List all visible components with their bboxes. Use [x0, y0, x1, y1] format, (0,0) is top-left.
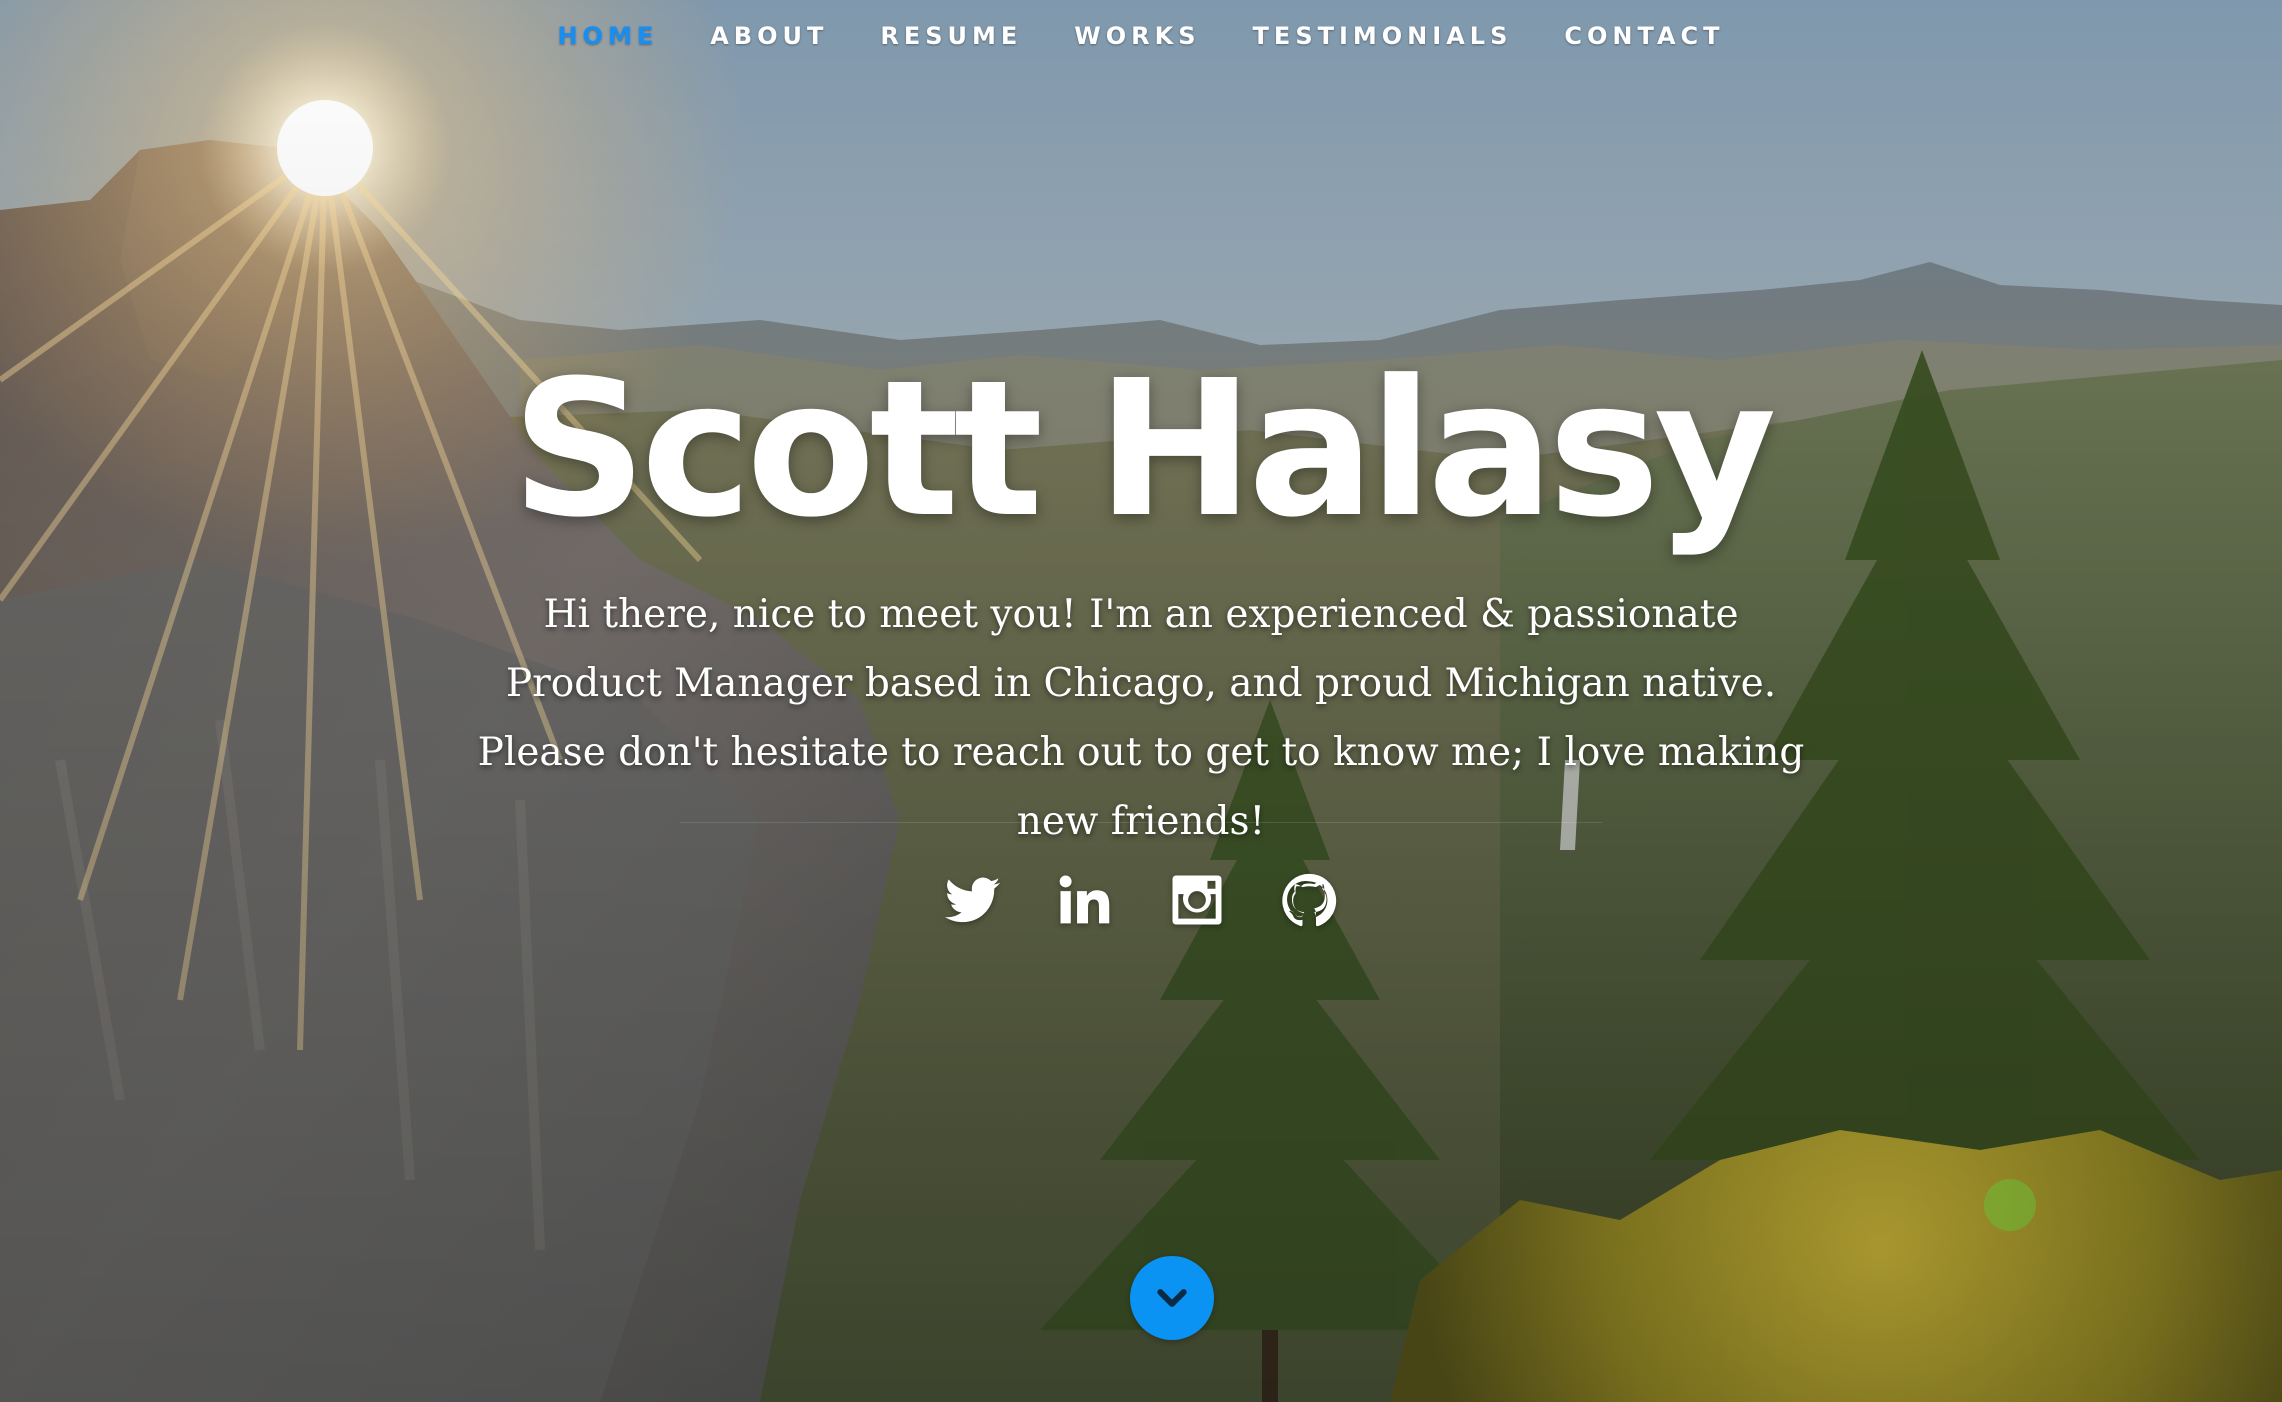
- nav-item-contact[interactable]: CONTACT: [1564, 22, 1724, 50]
- main-nav: HOME ABOUT RESUME WORKS TESTIMONIALS CON…: [0, 0, 2282, 72]
- nav-item-resume[interactable]: RESUME: [880, 22, 1022, 50]
- nav-item-works[interactable]: WORKS: [1074, 22, 1200, 50]
- hero-divider: [680, 822, 1602, 823]
- hero-section: HOME ABOUT RESUME WORKS TESTIMONIALS CON…: [0, 0, 2282, 1402]
- instagram-icon[interactable]: [1169, 872, 1225, 928]
- chevron-down-icon: [1157, 1289, 1187, 1307]
- hero-intro-text: Hi there, nice to meet you! I'm an exper…: [477, 592, 1805, 844]
- hero-name-heading: Scott Halasy: [511, 340, 1776, 559]
- nav-item-about[interactable]: ABOUT: [710, 22, 828, 50]
- social-links: [0, 872, 2282, 928]
- github-icon[interactable]: [1281, 872, 1337, 928]
- linkedin-icon[interactable]: [1057, 872, 1113, 928]
- scroll-down-button[interactable]: [1130, 1256, 1214, 1340]
- nav-item-testimonials[interactable]: TESTIMONIALS: [1253, 22, 1513, 50]
- twitter-icon[interactable]: [945, 872, 1001, 928]
- nav-item-home[interactable]: HOME: [557, 22, 658, 50]
